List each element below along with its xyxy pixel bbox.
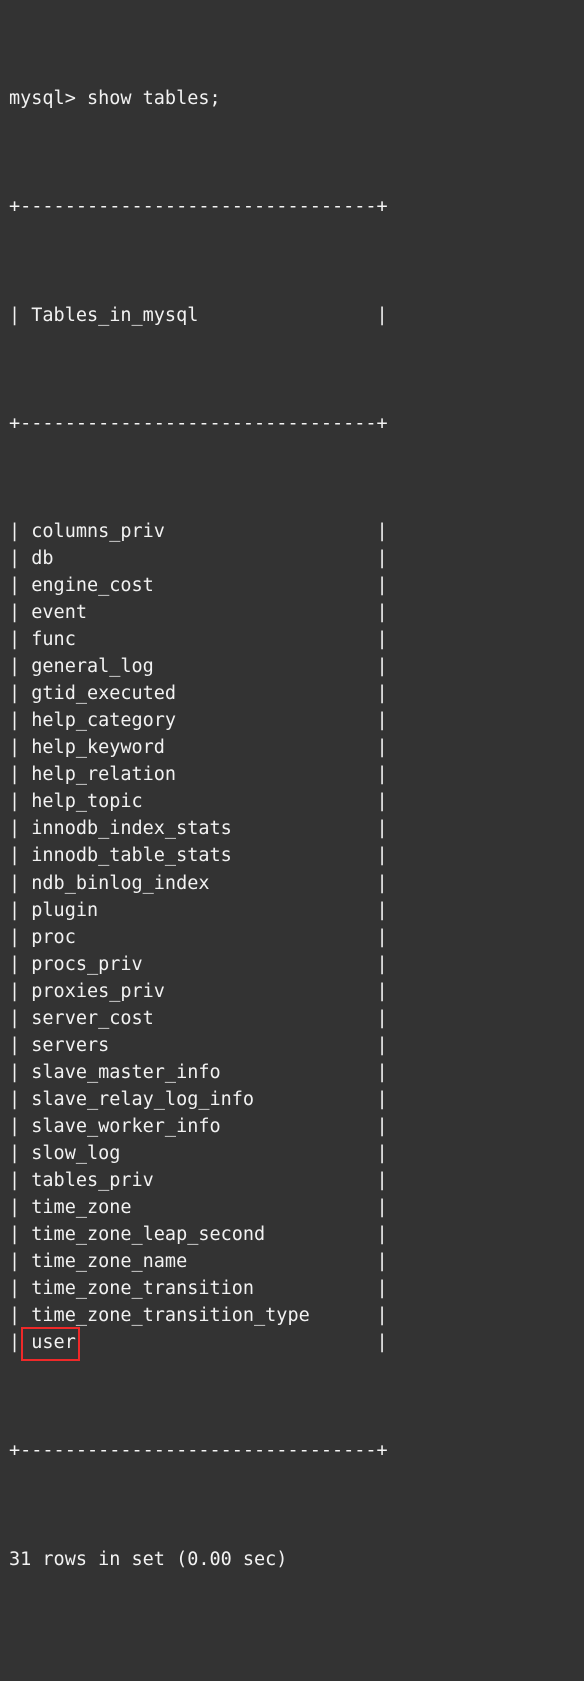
table-row: | servers | (9, 1034, 388, 1056)
table-row: | slave_relay_log_info | (9, 1088, 388, 1110)
table-body: | columns_priv | | db | | engine_cost | | e… (9, 518, 584, 1356)
table-row: | slow_log | (9, 1142, 388, 1164)
table-row: | tables_priv | (9, 1170, 388, 1192)
table-row: | procs_priv | (9, 953, 388, 975)
table-row: | proc | (9, 926, 388, 948)
table-row: | time_zone_transition_type | (9, 1305, 388, 1327)
table-row: | general_log | (9, 656, 388, 678)
table-row: | db | (9, 547, 388, 569)
table-row: | time_zone | (9, 1197, 388, 1219)
table-row: | proxies_priv | (9, 980, 388, 1002)
result-summary: 31 rows in set (0.00 sec) (9, 1548, 288, 1570)
table-row: | innodb_index_stats | (9, 818, 388, 840)
table-row: | time_zone_leap_second | (9, 1224, 388, 1246)
table-row: | engine_cost | (9, 574, 388, 596)
table-row: | help_relation | (9, 764, 388, 786)
table-row: | help_topic | (9, 791, 388, 813)
table-row: | help_keyword | (9, 737, 388, 759)
table-header-row: | Tables_in_mysql | (9, 304, 388, 326)
table-row: | columns_priv | (9, 520, 388, 542)
mysql-terminal-output[interactable]: mysql> show tables; +-------------------… (0, 0, 584, 1570)
table-row: | help_category | (9, 710, 388, 732)
mysql-prompt-line: mysql> show tables; (9, 88, 221, 110)
table-header-separator: +--------------------------------+ (9, 412, 388, 434)
table-row: | innodb_table_stats | (9, 845, 388, 867)
table-row: | plugin | (9, 899, 388, 921)
table-row: | event | (9, 602, 388, 624)
table-row: | slave_master_info | (9, 1061, 388, 1083)
table-row: | slave_worker_info | (9, 1115, 388, 1137)
table-row: | server_cost | (9, 1007, 388, 1029)
table-row: | time_zone_name | (9, 1251, 388, 1273)
table-bottom-border: +--------------------------------+ (9, 1440, 388, 1462)
table-row: | gtid_executed | (9, 683, 388, 705)
table-top-border: +--------------------------------+ (9, 196, 388, 218)
table-row: | ndb_binlog_index | (9, 872, 388, 894)
table-row: | user | (9, 1332, 388, 1354)
table-row: | time_zone_transition | (9, 1278, 388, 1300)
table-row: | func | (9, 629, 388, 651)
